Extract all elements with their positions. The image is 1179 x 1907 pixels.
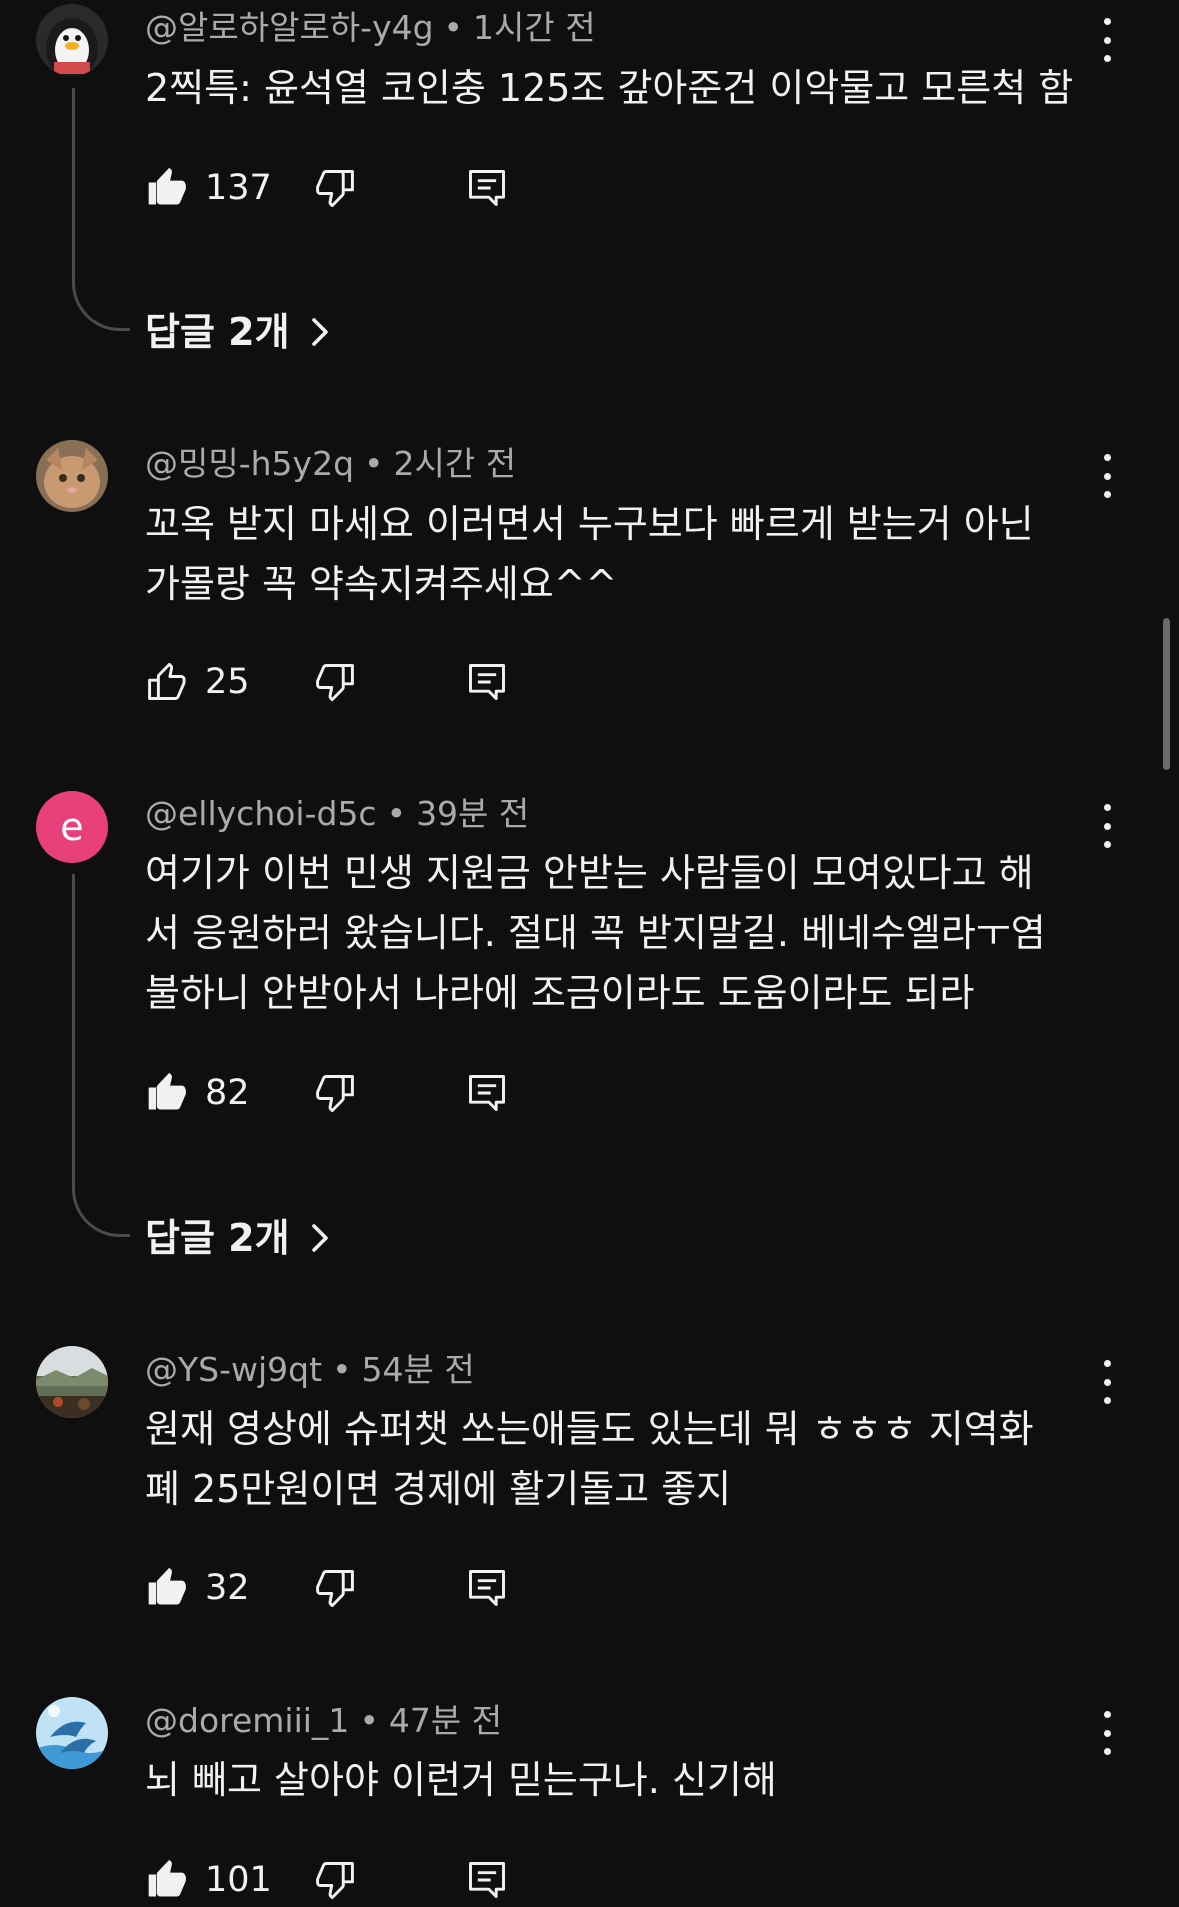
comment-author[interactable]: @밍밍-h5y2q xyxy=(145,444,354,483)
comment-author[interactable]: @YS-wj9qt xyxy=(145,1350,322,1389)
cat-avatar-icon xyxy=(36,440,108,512)
like-count: 32 xyxy=(205,1568,250,1608)
comment-reply-icon xyxy=(469,1862,505,1898)
more-options-button[interactable] xyxy=(1090,446,1124,506)
like-count: 25 xyxy=(205,662,250,702)
thumb-up-filled-icon xyxy=(148,1567,186,1605)
more-vert-icon xyxy=(1103,1711,1111,1718)
comment-author[interactable]: @알로하알로하-y4g xyxy=(145,8,434,47)
chevron-right-icon xyxy=(311,318,328,346)
like-button[interactable]: 25 xyxy=(145,656,250,708)
comment-text: 꼬옥 받지 마세요 이러면서 누구보다 빠르게 받는거 아닌 가몰랑 꼭 약속지… xyxy=(145,502,1034,606)
thread-line xyxy=(72,88,130,331)
scrollbar[interactable] xyxy=(1163,618,1170,770)
comment-actions: 137 xyxy=(145,162,545,214)
dislike-button[interactable] xyxy=(313,1067,357,1119)
comment-text: 원재 영상에 슈퍼챗 쏘는애들도 있는데 뭐 ㅎㅎㅎ 지역화 폐 25만원이면 … xyxy=(145,1407,1034,1511)
comment-meta: @알로하알로하-y4g • 1시간 전 xyxy=(145,8,596,48)
comment-meta: @밍밍-h5y2q • 2시간 전 xyxy=(145,444,516,484)
more-options-button[interactable] xyxy=(1090,10,1124,70)
thumb-up-filled-icon xyxy=(148,1072,186,1110)
separator-dot: • xyxy=(364,444,384,483)
thread-line xyxy=(72,874,130,1237)
like-button[interactable]: 101 xyxy=(145,1854,272,1906)
more-vert-icon xyxy=(1103,18,1111,25)
dislike-button[interactable] xyxy=(313,1562,357,1614)
comment-text: 2찍특: 윤석열 코인충 125조 갚아준건 이악물고 모른척 함 xyxy=(145,66,1074,110)
replies-label: 답글 2개 xyxy=(145,1216,290,1260)
reply-button[interactable] xyxy=(465,1562,509,1614)
dislike-button[interactable] xyxy=(313,656,357,708)
dolphin-avatar-icon xyxy=(36,1697,108,1769)
reply-button[interactable] xyxy=(465,656,509,708)
penguin-avatar-icon xyxy=(36,4,108,76)
reply-button[interactable] xyxy=(465,1854,509,1906)
more-vert-icon xyxy=(1103,804,1111,811)
separator-dot: • xyxy=(332,1350,352,1389)
like-count: 137 xyxy=(205,168,272,208)
thumb-down-icon xyxy=(316,170,354,208)
comment-time: 2시간 전 xyxy=(393,444,517,483)
landscape-avatar-icon xyxy=(36,1346,108,1418)
separator-dot: • xyxy=(359,1701,379,1740)
thumb-down-icon xyxy=(316,1570,354,1608)
avatar[interactable]: e xyxy=(36,791,108,863)
like-count: 82 xyxy=(205,1073,250,1113)
comment-actions: 32 xyxy=(145,1562,545,1614)
comment-time: 54분 전 xyxy=(361,1350,475,1389)
comment-actions: 101 xyxy=(145,1854,545,1906)
comment-meta: @doremiii_1 • 47분 전 xyxy=(145,1701,502,1741)
reply-button[interactable] xyxy=(465,1067,509,1119)
like-button[interactable]: 137 xyxy=(145,162,272,214)
thumb-up-icon xyxy=(148,662,186,700)
thumb-down-icon xyxy=(316,1075,354,1113)
comment-actions: 82 xyxy=(145,1067,545,1119)
thumb-up-filled-icon xyxy=(148,1859,186,1897)
comment-time: 47분 전 xyxy=(388,1701,503,1740)
more-options-button[interactable] xyxy=(1090,1703,1124,1763)
comment-text: 뇌 빼고 살아야 이런거 믿는구나. 신기해 xyxy=(145,1758,777,1802)
comment-reply-icon xyxy=(469,1570,505,1606)
comment-author[interactable]: @doremiii_1 xyxy=(145,1701,349,1740)
avatar[interactable] xyxy=(36,4,108,76)
dislike-button[interactable] xyxy=(313,162,357,214)
separator-dot: • xyxy=(386,794,407,833)
view-replies-button[interactable]: 답글 2개 xyxy=(145,1213,330,1263)
more-options-button[interactable] xyxy=(1090,1352,1124,1412)
reply-button[interactable] xyxy=(465,162,509,214)
thumb-down-icon xyxy=(316,664,354,702)
more-vert-icon xyxy=(1103,454,1111,461)
comment-reply-icon xyxy=(469,1075,505,1111)
avatar[interactable] xyxy=(36,1697,108,1769)
comment-time: 1시간 전 xyxy=(473,8,596,47)
avatar-letter: e xyxy=(60,805,84,849)
more-options-button[interactable] xyxy=(1090,796,1124,856)
separator-dot: • xyxy=(443,8,464,47)
like-button[interactable]: 82 xyxy=(145,1067,250,1119)
more-vert-icon xyxy=(1103,1360,1111,1367)
comment-actions: 25 xyxy=(145,656,545,708)
like-count: 101 xyxy=(205,1860,272,1900)
comment-meta: @YS-wj9qt • 54분 전 xyxy=(145,1350,475,1390)
replies-label: 답글 2개 xyxy=(145,310,290,354)
thumb-down-icon xyxy=(316,1862,354,1900)
avatar[interactable] xyxy=(36,1346,108,1418)
comment-reply-icon xyxy=(469,170,505,206)
comment-text: 여기가 이번 민생 지원금 안받는 사람들이 모여있다고 해 서 응원하러 왔습… xyxy=(145,851,1046,1015)
avatar[interactable] xyxy=(36,440,108,512)
comment-meta: @ellychoi-d5c • 39분 전 xyxy=(145,794,529,834)
dislike-button[interactable] xyxy=(313,1854,357,1906)
view-replies-button[interactable]: 답글 2개 xyxy=(145,307,330,357)
like-button[interactable]: 32 xyxy=(145,1562,250,1614)
thumb-up-filled-icon xyxy=(148,167,186,205)
chevron-right-icon xyxy=(311,1224,328,1252)
comment-reply-icon xyxy=(469,664,505,700)
comment-time: 39분 전 xyxy=(416,794,530,833)
comment-author[interactable]: @ellychoi-d5c xyxy=(145,794,377,833)
